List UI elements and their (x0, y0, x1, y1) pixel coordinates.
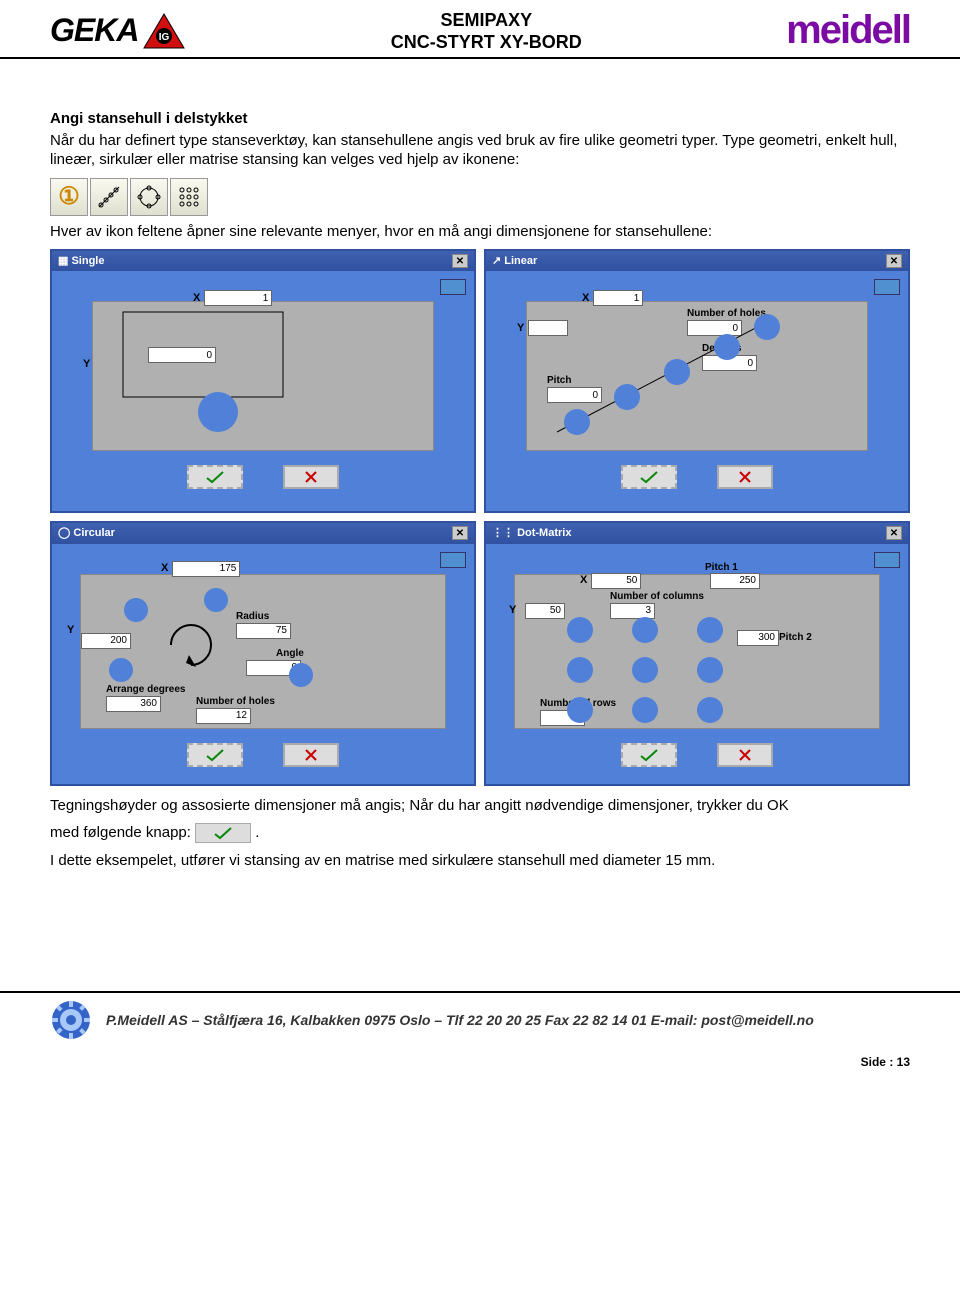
page-header: GEKA IG SEMIPAXY CNC-STYRT XY-BORD meide… (0, 0, 960, 59)
paragraph-2: Hver av ikon feltene åpner sine relevant… (50, 222, 910, 242)
dialog-linear-title: ↗ Linear ✕ (486, 251, 908, 271)
mode-icon[interactable] (440, 552, 466, 568)
dialog-matrix: ⋮⋮ Dot-Matrix ✕ X Pitch 1 Y Number of co… (484, 521, 910, 785)
single-icon[interactable]: ① (50, 178, 88, 216)
para4-suffix: . (255, 824, 259, 841)
dialog-single: ▦ Single ✕ X Y (50, 249, 476, 513)
close-icon[interactable]: ✕ (452, 526, 468, 540)
title-line-1: SEMIPAXY (391, 9, 582, 31)
dialog-circular-title: ◯ Circular ✕ (52, 523, 474, 543)
dialog-matrix-title: ⋮⋮ Dot-Matrix ✕ (486, 523, 908, 543)
header-title: SEMIPAXY CNC-STYRT XY-BORD (391, 9, 582, 53)
geka-wordmark: GEKA (50, 12, 138, 49)
single-title-text: Single (71, 255, 104, 267)
inline-ok-button[interactable] (195, 823, 251, 843)
paragraph-1: Når du har definert type stanseverktøy, … (50, 131, 910, 170)
page-number: Side : 13 (861, 1055, 910, 1069)
paragraph-5: I dette eksempelet, utfører vi stansing … (50, 851, 910, 871)
page-footer: P.Meidell AS – Stålfjæra 16, Kalbakken 0… (0, 991, 960, 1041)
cancel-button[interactable] (283, 465, 339, 489)
linear-title-text: Linear (504, 255, 537, 267)
ok-button[interactable] (187, 743, 243, 767)
close-icon[interactable]: ✕ (886, 254, 902, 268)
cancel-button[interactable] (283, 743, 339, 767)
logo-geka: GEKA IG (50, 12, 186, 50)
para4-prefix: med følgende knapp: (50, 824, 195, 841)
ok-button[interactable] (187, 465, 243, 489)
mode-icon[interactable] (440, 279, 466, 295)
section-heading: Angi stansehull i delstykket (50, 109, 910, 129)
dialog-linear: ↗ Linear ✕ X Y Number of holes Degrees P… (484, 249, 910, 513)
mode-icon[interactable] (874, 279, 900, 295)
title-line-2: CNC-STYRT XY-BORD (391, 31, 582, 53)
geometry-icon-row: ① (50, 178, 910, 216)
gear-icon (50, 999, 92, 1041)
logo-meidell: meidell (786, 8, 910, 53)
mode-icon[interactable] (874, 552, 900, 568)
dialog-circular: ◯ Circular ✕ X Y Radius Angle Arrange de… (50, 521, 476, 785)
linear-icon[interactable] (90, 178, 128, 216)
dialog-grid: ▦ Single ✕ X Y (50, 249, 910, 786)
svg-text:IG: IG (159, 32, 170, 43)
matrix-icon[interactable] (170, 178, 208, 216)
close-icon[interactable]: ✕ (452, 254, 468, 268)
content-area: Angi stansehull i delstykket Når du har … (0, 59, 960, 871)
close-icon[interactable]: ✕ (886, 526, 902, 540)
circular-title-text: Circular (73, 527, 115, 539)
ok-button[interactable] (621, 743, 677, 767)
footer-text: P.Meidell AS – Stålfjæra 16, Kalbakken 0… (106, 1012, 814, 1028)
paragraph-4: med følgende knapp: . (50, 823, 910, 843)
dialog-single-title: ▦ Single ✕ (52, 251, 474, 271)
circular-icon[interactable] (130, 178, 168, 216)
paragraph-3: Tegningshøyder og assosierte dimensjoner… (50, 796, 910, 816)
cancel-button[interactable] (717, 743, 773, 767)
matrix-title-text: Dot-Matrix (517, 527, 571, 539)
cancel-button[interactable] (717, 465, 773, 489)
ok-button[interactable] (621, 465, 677, 489)
geka-triangle-icon: IG (142, 12, 186, 50)
